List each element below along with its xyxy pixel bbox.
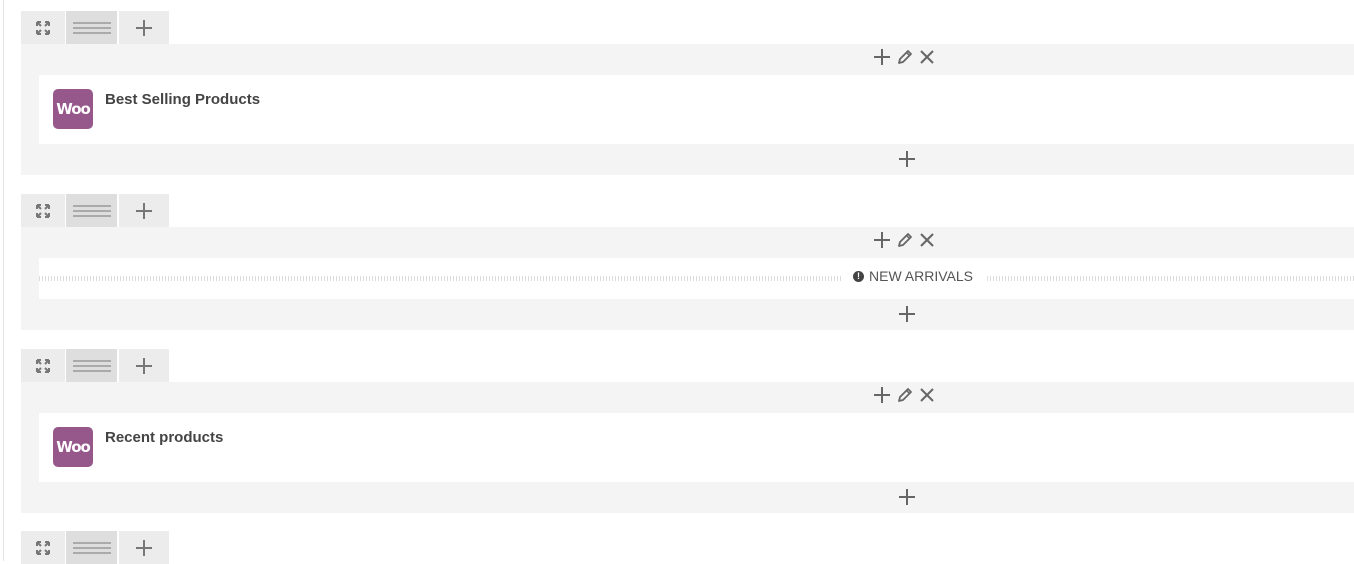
row-add-button[interactable]: [119, 11, 169, 44]
widget-element[interactable]: Woo Best Selling Products: [39, 75, 1354, 144]
plus-icon: [874, 232, 890, 248]
close-icon: [920, 388, 934, 402]
row-controls: [21, 194, 169, 227]
add-element-below-button[interactable]: [898, 150, 916, 168]
edit-element-button[interactable]: [896, 48, 914, 66]
info-icon: !: [853, 270, 864, 282]
pencil-icon: [898, 50, 912, 64]
element-toolbar: [21, 227, 1354, 258]
expand-icon: [36, 20, 50, 35]
drag-handle-icon: [72, 359, 111, 372]
widget-title: Best Selling Products: [105, 91, 261, 108]
drag-handle-icon: [72, 21, 111, 34]
element-toolbar: [21, 382, 1354, 413]
plus-icon: [136, 357, 152, 374]
pencil-icon: [898, 388, 912, 402]
plus-icon: [874, 49, 890, 65]
separator-label: ! NEW ARRIVALS: [841, 268, 985, 284]
drag-handle-icon: [72, 541, 111, 554]
add-element-row: [21, 144, 1354, 175]
row-body: Woo Recent products: [21, 382, 1354, 513]
row-add-button[interactable]: [119, 531, 169, 564]
delete-element-button[interactable]: [919, 387, 935, 403]
row-controls: [21, 11, 169, 44]
row-drag-handle[interactable]: [66, 11, 117, 44]
edit-element-button[interactable]: [896, 386, 914, 404]
left-border: [3, 0, 4, 561]
row-add-button[interactable]: [119, 194, 169, 227]
separator-element[interactable]: ! NEW ARRIVALS: [39, 258, 1354, 299]
add-element-row: [21, 299, 1354, 330]
row-expand-button[interactable]: [21, 194, 65, 227]
row-add-button[interactable]: [119, 349, 169, 382]
row-expand-button[interactable]: [21, 531, 65, 564]
plus-icon: [899, 489, 915, 505]
pencil-icon: [898, 233, 912, 247]
widget-element[interactable]: Woo Recent products: [39, 413, 1354, 482]
separator-title: NEW ARRIVALS: [869, 268, 973, 284]
drag-handle-icon: [72, 204, 111, 217]
element-toolbar: [21, 44, 1354, 75]
plus-icon: [874, 387, 890, 403]
close-icon: [920, 50, 934, 64]
expand-icon: [36, 203, 50, 218]
row-controls: [21, 531, 169, 564]
expand-icon: [36, 358, 50, 373]
add-element-button[interactable]: [873, 48, 891, 66]
row-body: ! NEW ARRIVALS: [21, 227, 1354, 330]
plus-icon: [899, 151, 915, 167]
row-drag-handle[interactable]: [66, 349, 117, 382]
add-element-button[interactable]: [873, 231, 891, 249]
woo-icon: Woo: [53, 89, 93, 129]
delete-element-button[interactable]: [919, 49, 935, 65]
add-element-row: [21, 482, 1354, 513]
add-element-below-button[interactable]: [898, 305, 916, 323]
add-element-button[interactable]: [873, 386, 891, 404]
row-body: Woo Best Selling Products: [21, 44, 1354, 175]
plus-icon: [136, 202, 152, 219]
delete-element-button[interactable]: [919, 232, 935, 248]
row-expand-button[interactable]: [21, 349, 65, 382]
row-drag-handle[interactable]: [66, 531, 117, 564]
add-element-below-button[interactable]: [898, 488, 916, 506]
separator-line: [39, 276, 1354, 281]
close-icon: [920, 233, 934, 247]
row-expand-button[interactable]: [21, 11, 65, 44]
woo-icon: Woo: [53, 427, 93, 467]
row-controls: [21, 349, 169, 382]
expand-icon: [36, 540, 50, 555]
plus-icon: [899, 306, 915, 322]
edit-element-button[interactable]: [896, 231, 914, 249]
widget-title: Recent products: [105, 429, 224, 446]
plus-icon: [136, 19, 152, 36]
row-drag-handle[interactable]: [66, 194, 117, 227]
plus-icon: [136, 539, 152, 556]
